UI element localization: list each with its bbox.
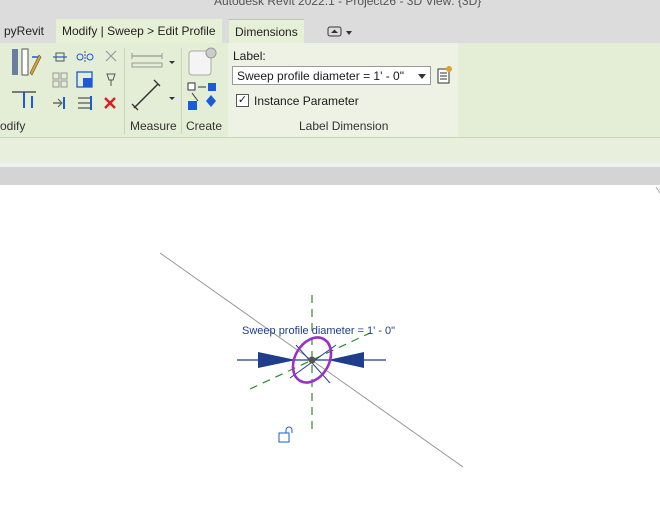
drawing-graphics [159,186,660,468]
panel-separator [124,48,125,134]
ribbon-minimize-icon[interactable] [327,26,355,38]
family-parameters-icon[interactable] [437,66,452,84]
label-dimension-panel-label: Label Dimension [299,119,389,133]
view-tab-strip [0,167,660,185]
tab-pyrevit[interactable]: pyRevit [0,19,50,43]
lock-icon [278,426,293,443]
aligned-dimension-icon[interactable] [130,78,176,114]
chevron-down-icon [418,74,426,79]
delete-icon[interactable] [102,95,118,111]
measure-panel-label: Measure [130,119,177,133]
modify-panel-label: odify [0,119,26,133]
dimension-label-text[interactable]: Sweep profile diameter = 1' - 0" [242,325,395,337]
mirror-pick-axis-icon[interactable] [76,50,94,64]
create-similar-icon[interactable] [186,46,220,78]
dimension-arrow-right [328,352,364,368]
label-dropdown-value: Sweep profile diameter = 1' - 0" [237,69,404,83]
create-panel-label: Create [186,119,223,133]
array-icon[interactable] [52,72,68,88]
pin-icon[interactable] [103,72,119,88]
instance-parameter-checkbox[interactable]: ✓ [236,94,249,107]
label-caption: Label: [233,49,266,63]
window-title: Autodesk Revit 2022.1 - Project26 - 3D V… [214,0,482,8]
dimension-arrow-left [258,352,296,368]
tab-dimensions[interactable]: Dimensions [229,19,304,44]
options-bar [0,137,660,164]
title-bar: Autodesk Revit 2022.1 - Project26 - 3D V… [0,0,660,19]
create-group-icon[interactable] [186,81,220,113]
split-icon[interactable] [52,95,70,111]
instance-parameter-label: Instance Parameter [254,94,359,108]
view-boundary-line [655,186,660,194]
drawing-canvas[interactable]: Sweep profile diameter = 1' - 0" [0,185,660,521]
mirror-draw-axis-icon[interactable] [103,48,119,64]
scale-icon[interactable] [76,71,94,89]
extension-line [295,344,331,384]
offset-icon[interactable] [52,50,68,64]
tab-modify-sweep-edit-profile[interactable]: Modify | Sweep > Edit Profile [56,19,222,43]
split-gap-icon[interactable] [76,95,94,111]
trim-extend-icon[interactable] [10,86,42,110]
panel-separator [181,48,182,134]
align-icon[interactable] [10,47,42,79]
measure-between-references-icon[interactable] [130,50,176,72]
profile-center-point [308,356,316,364]
ribbon-tab-bar: pyRevit Modify | Sweep > Edit Profile Di… [0,19,660,44]
label-dropdown[interactable]: Sweep profile diameter = 1' - 0" [232,66,431,85]
